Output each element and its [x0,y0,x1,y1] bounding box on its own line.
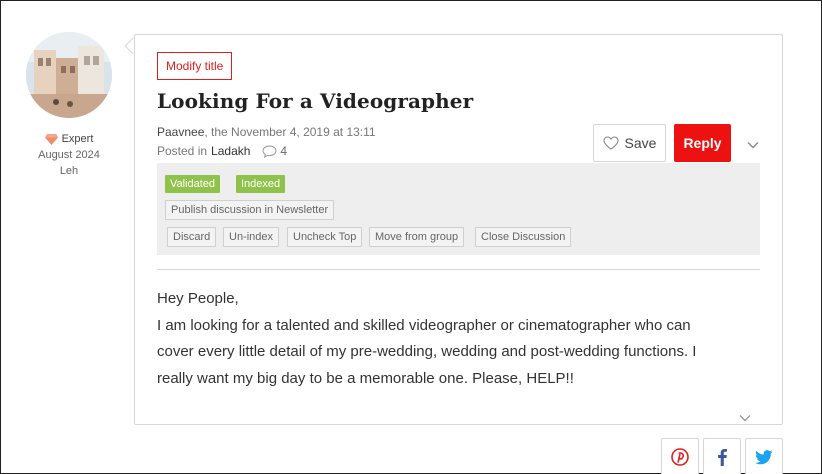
pinterest-share-button[interactable] [661,438,699,474]
reply-button[interactable]: Reply [674,124,731,162]
facebook-share-button[interactable] [703,438,741,474]
author-joined: August 2024 [38,149,100,161]
unindex-button[interactable]: Un-index [223,227,280,247]
post-date: , the November 4, 2019 at 13:11 [204,125,376,139]
author-badge-label: Expert [61,133,94,145]
uncheck-top-button[interactable]: Uncheck Top [287,227,363,247]
post-title: Looking For a Videographer [157,89,474,113]
author-badge: Expert [21,131,117,147]
post-meta-group: Posted in Ladakh 4 [157,144,287,158]
author-location: Leh [59,165,79,177]
author-meta: Expert August 2024 Leh [21,131,117,179]
post-body: Hey People, I am looking for a talented … [157,286,757,392]
group-link[interactable]: Ladakh [211,144,250,158]
pinterest-icon [671,448,689,466]
publish-newsletter-button[interactable]: Publish discussion in Newsletter [165,200,335,220]
save-button-label: Save [624,135,657,151]
close-discussion-button[interactable]: Close Discussion [475,227,572,247]
comment-bubble-icon [262,144,277,158]
twitter-icon [755,449,773,464]
moderation-panel: Validated Indexed Publish discussion in … [157,163,760,255]
diamond-icon [44,133,58,145]
discussion-card: Modify title Looking For a Videographer … [134,34,783,425]
chevron-down-icon[interactable] [746,138,760,152]
post-body-line: Hey People, [157,290,239,307]
heart-icon [602,136,619,150]
post-body-line: really want my big day to be a memorable… [157,369,574,387]
indexed-tag: Indexed [236,175,286,193]
comment-count[interactable]: 4 [262,144,287,158]
divider [157,269,760,270]
comment-count-value: 4 [280,144,288,158]
twitter-share-button[interactable] [745,438,783,474]
validated-tag: Validated [165,175,221,193]
move-from-group-button[interactable]: Move from group [369,227,465,247]
save-button[interactable]: Save [593,124,666,162]
post-body-line: cover every little detail of my pre-wedd… [157,343,697,360]
author-name-link[interactable]: Paavnee [157,125,204,139]
post-body-line: I am looking for a talented and skilled … [157,316,691,334]
discard-button[interactable]: Discard [167,227,217,247]
expand-chevron-icon[interactable] [738,412,752,424]
post-meta-author: Paavnee, the November 4, 2019 at 13:11 [157,125,376,139]
avatar-photo [26,32,112,118]
posted-in-label: Posted in [157,144,208,158]
avatar[interactable] [26,32,112,118]
modify-title-button[interactable]: Modify title [157,52,233,80]
facebook-icon [718,449,727,466]
